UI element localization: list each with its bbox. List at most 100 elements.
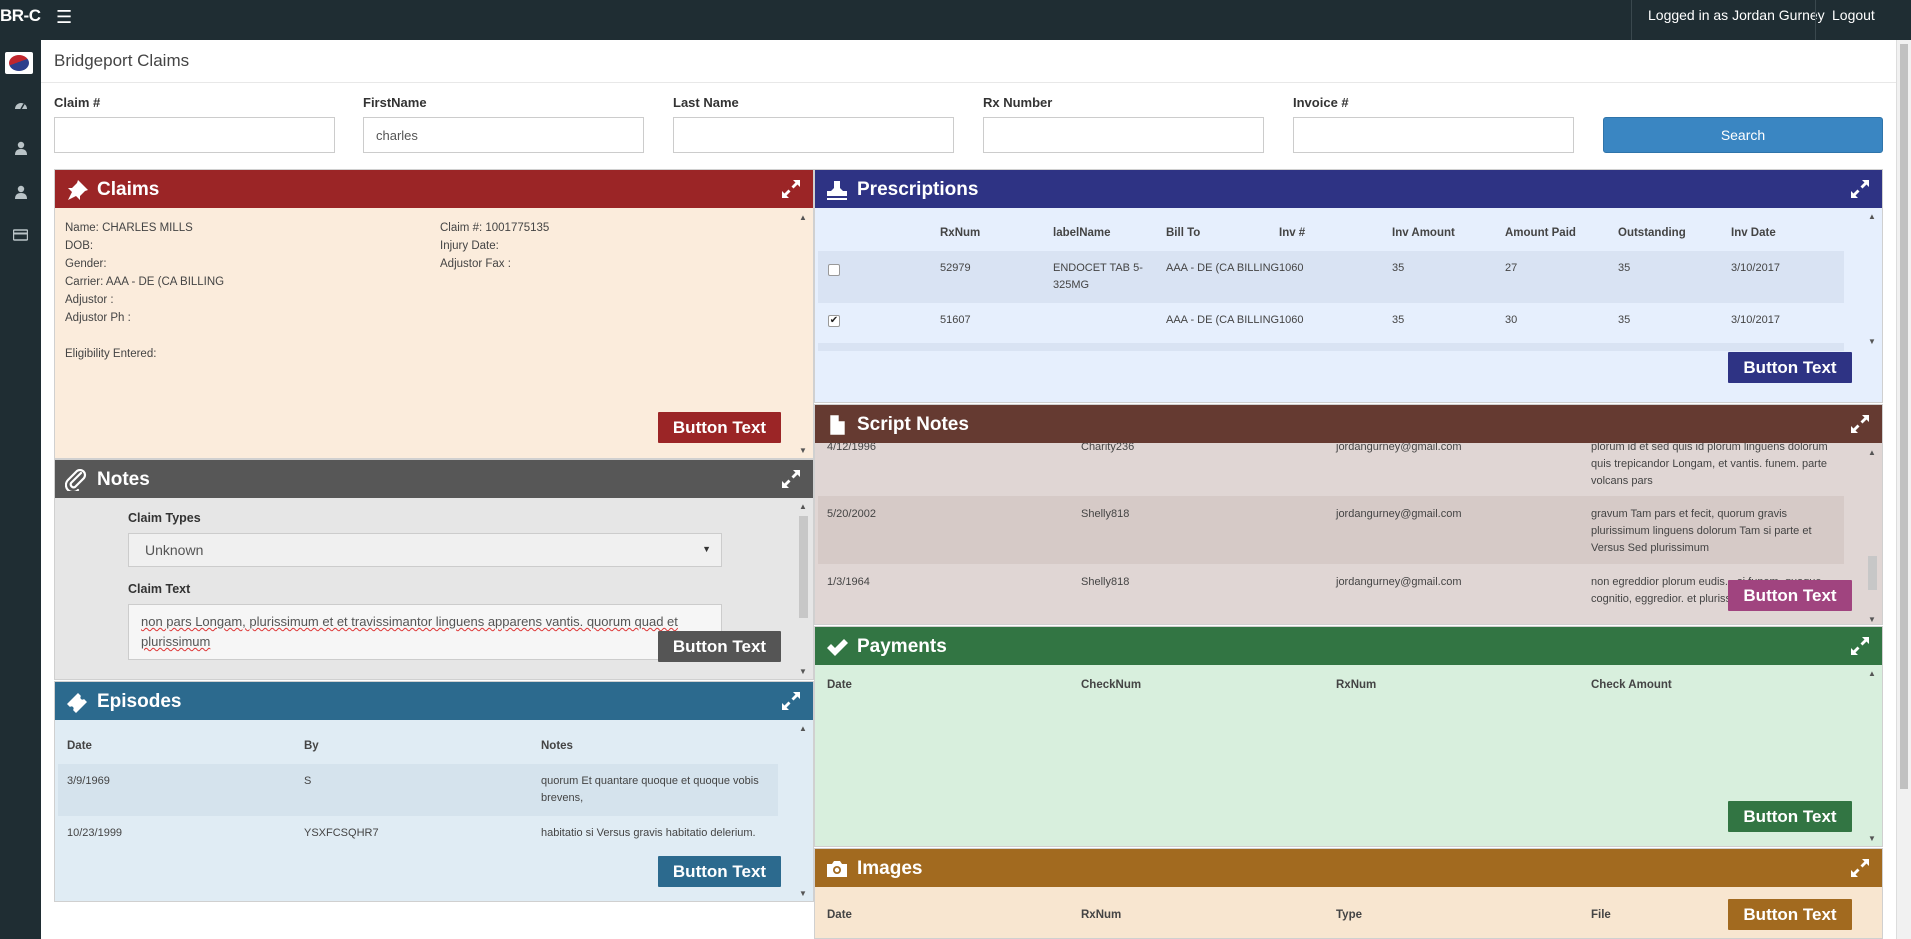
images-action-button[interactable]: Button Text bbox=[1728, 899, 1852, 930]
claim-text-value: non pars Longam, plurissimum et et travi… bbox=[141, 614, 678, 649]
notes-action-button[interactable]: Button Text bbox=[658, 631, 781, 662]
images-col-rxnum: RxNum bbox=[1081, 909, 1122, 921]
paperclip-icon bbox=[65, 469, 87, 491]
rx-amountpaid: 27 bbox=[1505, 262, 1518, 274]
payments-col-checkamount: Check Amount bbox=[1591, 679, 1672, 691]
prescriptions-action-button[interactable]: Button Text bbox=[1728, 352, 1852, 383]
rx-col-invnum: Inv # bbox=[1279, 227, 1306, 239]
dashboard-icon[interactable] bbox=[0, 98, 41, 114]
claim-gender: Gender: bbox=[65, 258, 107, 270]
episode-notes: quorum Et quantare quoque et quoque vobi… bbox=[541, 775, 759, 804]
rx-col-invamount: Inv Amount bbox=[1392, 227, 1455, 239]
user-icon-2[interactable] bbox=[0, 185, 41, 202]
expand-icon[interactable] bbox=[1850, 414, 1870, 434]
notes-panel-header: Notes bbox=[55, 460, 813, 498]
images-col-file: File bbox=[1591, 909, 1611, 921]
logged-in-user[interactable]: Logged in as Jordan Gurney bbox=[1631, 0, 1841, 40]
script-notes-panel-header: Script Notes bbox=[815, 405, 1882, 443]
script-notes-action-button[interactable]: Button Text bbox=[1728, 580, 1852, 611]
payments-action-button[interactable]: Button Text bbox=[1728, 801, 1852, 832]
chevron-down-icon: ▼ bbox=[702, 544, 711, 554]
expand-icon[interactable] bbox=[781, 691, 801, 711]
credit-card-icon[interactable] bbox=[0, 228, 41, 244]
claim-number-label: Claim # bbox=[54, 95, 101, 110]
rx-number-label: Rx Number bbox=[983, 95, 1053, 110]
last-name-label: Last Name bbox=[673, 95, 739, 110]
rx-col-rxnum: RxNum bbox=[940, 227, 981, 239]
document-icon bbox=[829, 414, 846, 436]
expand-icon[interactable] bbox=[1850, 858, 1870, 878]
row-checkbox-checked[interactable]: ✔ bbox=[828, 315, 840, 327]
episodes-action-button[interactable]: Button Text bbox=[658, 856, 781, 887]
claim-types-value: Unknown bbox=[145, 542, 204, 558]
script-notes-panel-title: Script Notes bbox=[857, 414, 969, 435]
expand-icon[interactable] bbox=[1850, 179, 1870, 199]
script-notes-scrollbar[interactable]: ▲ ▼ bbox=[1866, 446, 1878, 624]
episode-notes: habitatio si Versus gravis habitatio del… bbox=[541, 827, 756, 839]
images-panel-header: Images bbox=[815, 849, 1882, 887]
episodes-panel-header: Episodes bbox=[55, 682, 813, 720]
rx-invnum: 1060 bbox=[1279, 262, 1304, 274]
claim-text-label: Claim Text bbox=[128, 582, 191, 596]
episode-by: S bbox=[304, 775, 312, 787]
script-note-user: Shelly818 bbox=[1081, 576, 1130, 588]
prescriptions-panel-header: Prescriptions bbox=[815, 170, 1882, 208]
claim-number: Claim #: 1001775135 bbox=[440, 222, 550, 234]
claim-text-area[interactable]: non pars Longam, plurissimum et et travi… bbox=[128, 604, 722, 660]
rx-number-input[interactable] bbox=[983, 117, 1264, 153]
claims-scrollbar[interactable]: ▲ ▼ bbox=[797, 211, 809, 455]
rx-rxnum: 51607 bbox=[940, 314, 971, 326]
script-note-text: gravum Tam pars et fecit, quorum gravis … bbox=[1591, 508, 1812, 554]
pushpin-icon bbox=[68, 180, 88, 200]
episode-by: YSXFCSQHR7 bbox=[304, 827, 379, 839]
images-col-type: Type bbox=[1336, 909, 1362, 921]
claim-spacer bbox=[65, 327, 224, 345]
payments-panel-body bbox=[815, 665, 1882, 846]
menu-toggle-icon[interactable]: ☰ bbox=[56, 7, 72, 28]
notes-scrollbar[interactable]: ▲ ▼ bbox=[797, 500, 809, 676]
rx-outstanding: 35 bbox=[1618, 314, 1631, 326]
table-row bbox=[818, 343, 1844, 351]
claim-types-select[interactable]: Unknown ▼ bbox=[128, 533, 722, 567]
script-note-email: jordangurney@gmail.com bbox=[1336, 576, 1462, 588]
search-button[interactable]: Search bbox=[1603, 117, 1883, 153]
claim-types-label: Claim Types bbox=[128, 511, 201, 525]
rx-col-labelname: labelName bbox=[1053, 227, 1111, 239]
first-name-input[interactable] bbox=[363, 117, 644, 153]
claim-adjustor: Adjustor : bbox=[65, 294, 114, 306]
invoice-number-input[interactable] bbox=[1293, 117, 1574, 153]
payments-col-checknum: CheckNum bbox=[1081, 679, 1142, 691]
row-checkbox[interactable] bbox=[828, 264, 840, 276]
claim-name: Name: CHARLES MILLS bbox=[65, 222, 193, 234]
claims-details-right: Claim #: 1001775135 Injury Date: Adjusto… bbox=[440, 219, 549, 273]
logout-link[interactable]: Logout bbox=[1815, 0, 1891, 40]
last-name-input[interactable] bbox=[673, 117, 954, 153]
script-note-email: jordangurney@gmail.com bbox=[1336, 508, 1462, 520]
ticket-icon bbox=[67, 693, 87, 713]
page-scrollbar[interactable] bbox=[1896, 40, 1911, 939]
expand-icon[interactable] bbox=[781, 179, 801, 199]
invoice-number-label: Invoice # bbox=[1293, 95, 1349, 110]
checkmark-icon bbox=[827, 639, 848, 656]
images-col-date: Date bbox=[827, 909, 852, 921]
script-note-user: Shelly818 bbox=[1081, 508, 1130, 520]
rx-invnum: 1060 bbox=[1279, 314, 1304, 326]
brand-logo-text[interactable]: BR-C bbox=[0, 6, 41, 26]
episodes-scrollbar[interactable]: ▲ ▼ bbox=[797, 722, 809, 898]
rx-col-outstanding: Outstanding bbox=[1618, 227, 1686, 239]
rx-col-invdate: Inv Date bbox=[1731, 227, 1776, 239]
rx-invamount: 35 bbox=[1392, 314, 1405, 326]
table-row[interactable] bbox=[818, 303, 1844, 343]
expand-icon[interactable] bbox=[781, 469, 801, 489]
payments-col-rxnum: RxNum bbox=[1336, 679, 1377, 691]
app-logo[interactable] bbox=[5, 52, 33, 74]
expand-icon[interactable] bbox=[1850, 636, 1870, 656]
claim-dob: DOB: bbox=[65, 240, 94, 252]
prescriptions-scrollbar[interactable]: ▲ ▼ bbox=[1866, 210, 1878, 346]
user-icon[interactable] bbox=[0, 141, 41, 158]
claim-number-input[interactable] bbox=[54, 117, 335, 153]
payments-scrollbar[interactable]: ▲ ▼ bbox=[1866, 667, 1878, 843]
episodes-panel-title: Episodes bbox=[97, 691, 182, 712]
table-row[interactable] bbox=[818, 251, 1844, 303]
claims-action-button[interactable]: Button Text bbox=[658, 412, 781, 443]
